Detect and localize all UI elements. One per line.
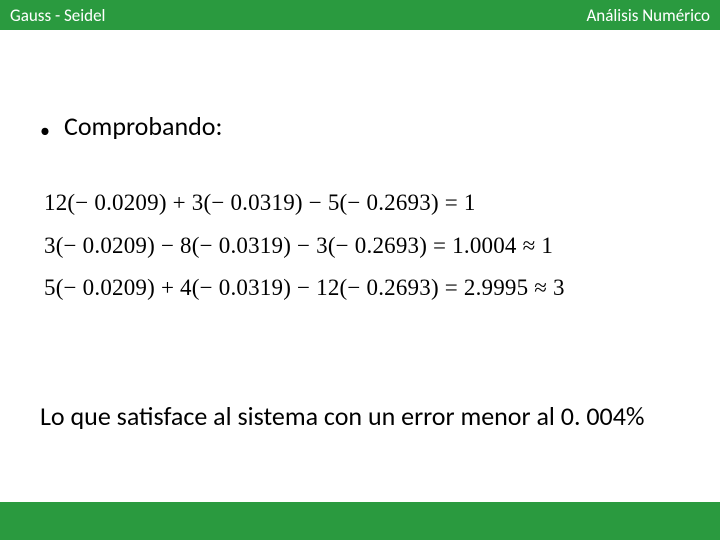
header-right: Análisis Numérico [586, 5, 710, 26]
bullet-item: • Comprobando: [40, 110, 680, 142]
bullet-dot-icon: • [40, 121, 50, 141]
conclusion-text: Lo que satisface al sistema con un error… [40, 400, 680, 433]
equation-line-3: 5(− 0.0209) + 4(− 0.0319) − 12(− 0.2693)… [44, 267, 680, 310]
slide: Gauss - Seidel Análisis Numérico • Compr… [0, 0, 720, 540]
header-bar: Gauss - Seidel Análisis Numérico [0, 0, 720, 30]
footer-bar [0, 502, 720, 540]
bullet-label: Comprobando: [64, 110, 222, 142]
equation-line-1: 12(− 0.0209) + 3(− 0.0319) − 5(− 0.2693)… [44, 182, 680, 225]
body-content: • Comprobando: 12(− 0.0209) + 3(− 0.0319… [40, 110, 680, 310]
equation-line-2: 3(− 0.0209) − 8(− 0.0319) − 3(− 0.2693) … [44, 225, 680, 268]
header-left: Gauss - Seidel [10, 5, 105, 26]
equations-block: 12(− 0.0209) + 3(− 0.0319) − 5(− 0.2693)… [44, 182, 680, 310]
